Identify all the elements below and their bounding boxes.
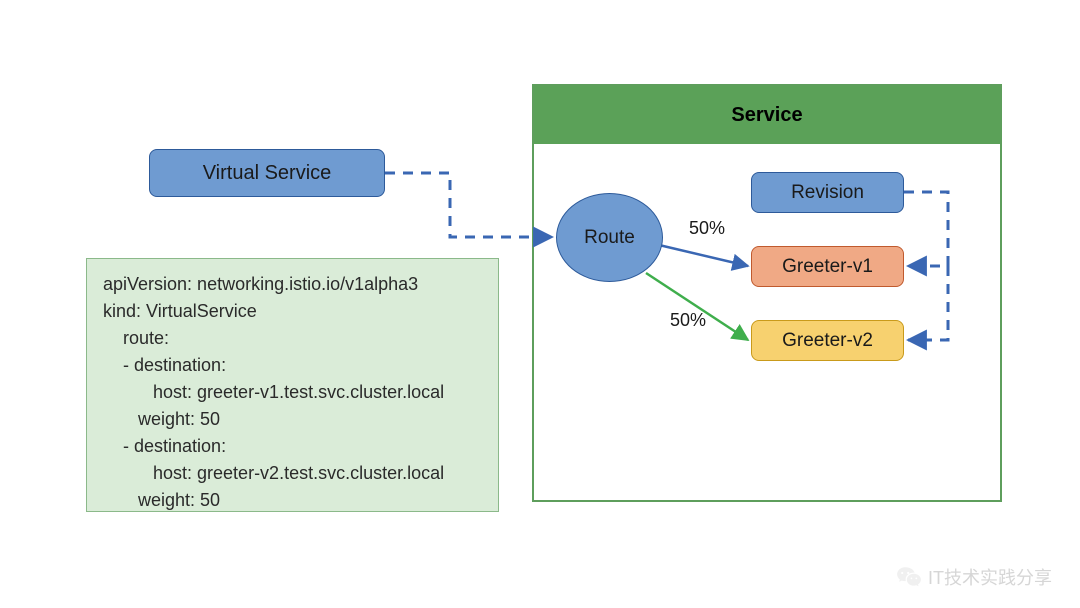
service-header: Service — [534, 86, 1000, 144]
revision-label: Revision — [791, 182, 864, 204]
greeter-v1-label: Greeter-v1 — [782, 256, 873, 278]
yaml-text: apiVersion: networking.istio.io/v1alpha3… — [103, 274, 444, 510]
edge-vs-to-route — [385, 173, 552, 237]
wechat-icon — [896, 564, 922, 590]
greeter-v2-box: Greeter-v2 — [751, 320, 904, 361]
greeter-v1-box: Greeter-v1 — [751, 246, 904, 287]
route-label: Route — [584, 227, 635, 249]
weight-label-v1: 50% — [689, 218, 725, 239]
greeter-v2-label: Greeter-v2 — [782, 330, 873, 352]
service-header-label: Service — [731, 104, 802, 127]
watermark: IT技术实践分享 — [896, 564, 1052, 590]
yaml-config-panel: apiVersion: networking.istio.io/v1alpha3… — [86, 258, 499, 512]
watermark-text: IT技术实践分享 — [928, 564, 1052, 590]
revision-box: Revision — [751, 172, 904, 213]
route-node: Route — [556, 193, 663, 282]
service-container: Service — [532, 84, 1002, 502]
virtual-service-box: Virtual Service — [149, 149, 385, 197]
weight-label-v2: 50% — [670, 310, 706, 331]
virtual-service-label: Virtual Service — [203, 162, 332, 185]
